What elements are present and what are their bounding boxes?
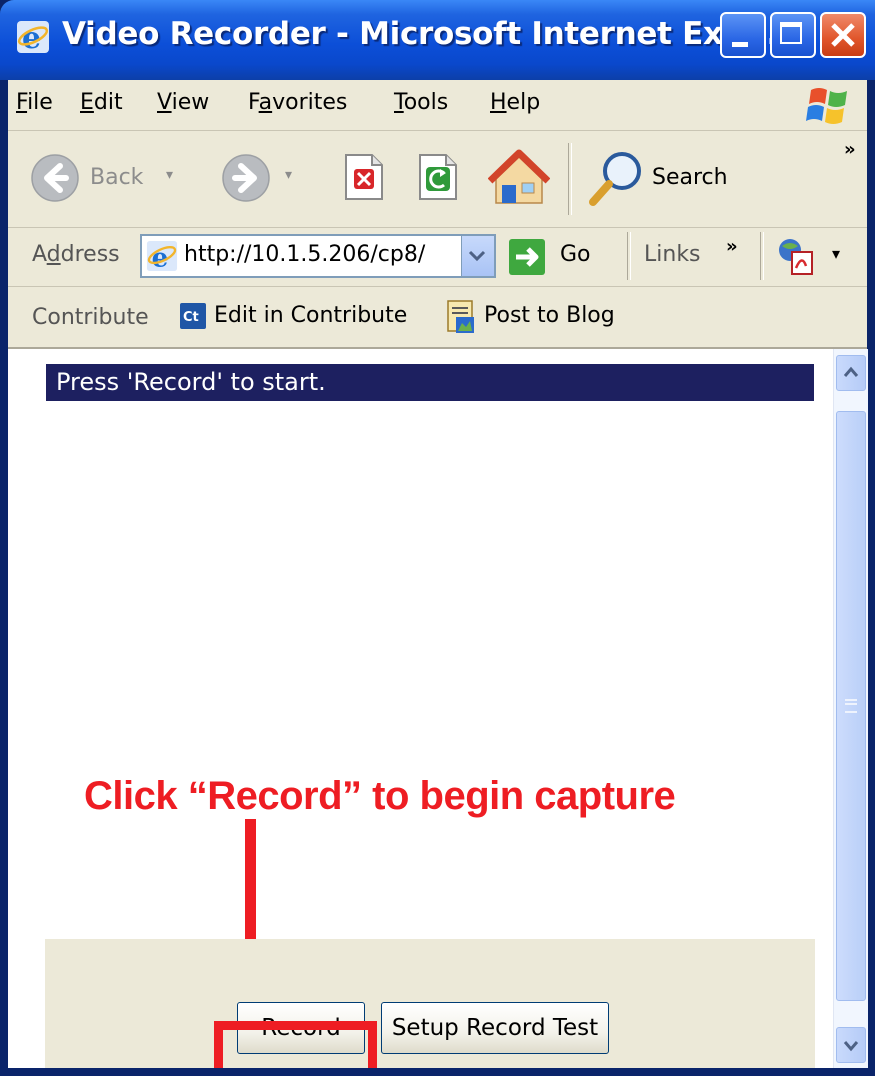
- window-bottom-border: [0, 1068, 875, 1076]
- address-url: http://10.1.5.206/cp8/: [184, 242, 426, 267]
- maximize-button[interactable]: [770, 12, 816, 58]
- refresh-icon[interactable]: [418, 153, 458, 201]
- standard-toolbar: Back ▾ ▾ Search »: [8, 131, 867, 228]
- ie-page-icon: e: [146, 240, 178, 272]
- chevron-down-icon: [843, 1041, 859, 1052]
- title-bar: e Video Recorder - Microsoft Internet Ex…: [0, 0, 875, 80]
- go-label: Go: [560, 242, 591, 267]
- ie-icon: e: [17, 21, 49, 54]
- menu-edit[interactable]: Edit: [80, 90, 123, 115]
- contribute-label: Contribute: [32, 305, 149, 330]
- menu-file[interactable]: File: [16, 90, 53, 115]
- contribute-toolbar: Contribute Ct Edit in Contribute Post to…: [8, 287, 867, 349]
- post-to-blog-label: Post to Blog: [484, 303, 615, 328]
- search-button[interactable]: Search: [588, 149, 738, 209]
- post-to-blog-button[interactable]: Post to Blog: [444, 295, 644, 339]
- toolbar-separator: [568, 143, 572, 215]
- scroll-thumb[interactable]: [836, 411, 866, 1001]
- contribute-logo-icon: Ct: [180, 303, 206, 329]
- blog-icon: [447, 300, 474, 333]
- button-panel: Record Setup Record Test: [45, 939, 815, 1068]
- annotation-callout: Click “Record” to begin capture: [84, 774, 676, 818]
- scroll-grip: [845, 699, 857, 713]
- address-dropdown-button[interactable]: [461, 236, 494, 276]
- back-arrow-icon: [31, 154, 79, 202]
- scroll-up-button[interactable]: [836, 355, 866, 391]
- forward-arrow-icon: [222, 154, 270, 202]
- back-button[interactable]: Back ▾: [30, 153, 180, 205]
- menu-tools[interactable]: Tools: [394, 90, 448, 115]
- chevron-up-icon: [843, 366, 859, 377]
- search-label: Search: [652, 165, 728, 190]
- pdf-dropdown-icon[interactable]: ▾: [832, 244, 840, 263]
- go-button[interactable]: Go: [508, 236, 608, 278]
- browser-window: e Video Recorder - Microsoft Internet Ex…: [0, 0, 875, 1076]
- menu-favorites[interactable]: Favorites: [248, 90, 347, 115]
- search-icon: [589, 152, 641, 206]
- close-button[interactable]: [820, 12, 866, 58]
- stop-icon[interactable]: [344, 153, 384, 201]
- toolbar-overflow-icon[interactable]: »: [844, 139, 856, 160]
- menu-bar: File Edit View Favorites Tools Help: [8, 80, 867, 131]
- back-label: Back: [90, 165, 144, 190]
- svg-text:e: e: [22, 21, 41, 54]
- forward-dropdown-icon[interactable]: ▾: [285, 167, 292, 183]
- address-bar: Address e http://10.1.5.206/cp8/ Go Link…: [8, 228, 867, 287]
- windows-logo-icon: [806, 88, 847, 124]
- go-arrow-icon: [509, 239, 545, 275]
- status-message: Press 'Record' to start.: [46, 364, 814, 401]
- menu-view[interactable]: View: [157, 90, 209, 115]
- window-title: Video Recorder - Microsoft Internet Expl…: [62, 16, 790, 52]
- address-label: Address: [32, 242, 120, 267]
- menu-help[interactable]: Help: [490, 90, 540, 115]
- vertical-scrollbar[interactable]: [833, 349, 868, 1068]
- scroll-down-button[interactable]: [836, 1027, 866, 1063]
- setup-record-test-button[interactable]: Setup Record Test: [381, 1002, 609, 1054]
- svg-text:Ct: Ct: [183, 310, 199, 325]
- home-icon[interactable]: [488, 149, 550, 205]
- back-dropdown-icon[interactable]: ▾: [166, 167, 173, 183]
- forward-button[interactable]: ▾: [221, 153, 311, 205]
- links-label[interactable]: Links: [644, 242, 701, 267]
- close-icon: [831, 23, 855, 47]
- address-separator-2: [760, 232, 764, 280]
- address-separator: [627, 232, 631, 280]
- chevron-down-icon: [468, 250, 486, 262]
- edit-in-contribute-label: Edit in Contribute: [214, 303, 408, 328]
- address-input[interactable]: e http://10.1.5.206/cp8/: [140, 234, 496, 278]
- edit-in-contribute-button[interactable]: Ct Edit in Contribute: [180, 297, 420, 337]
- minimize-button[interactable]: [720, 12, 766, 58]
- page-content: Press 'Record' to start. Click “Record” …: [8, 349, 833, 1076]
- links-overflow-icon[interactable]: »: [726, 236, 738, 257]
- pdf-convert-icon[interactable]: [776, 236, 816, 276]
